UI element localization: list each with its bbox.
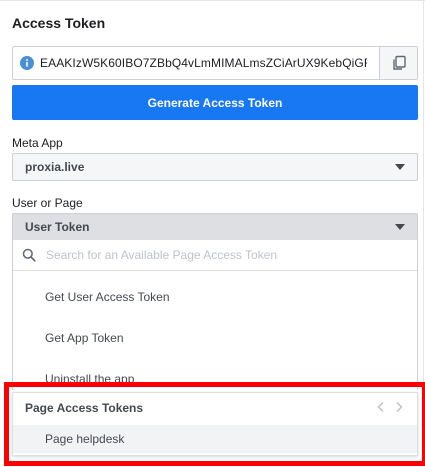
section-title: Access Token [12, 15, 106, 31]
page-token-search-input[interactable] [46, 248, 396, 262]
right-divider [423, 0, 424, 467]
generate-access-token-button[interactable]: Generate Access Token [12, 85, 418, 120]
meta-app-selected-value: proxia.live [25, 160, 85, 174]
access-token-value[interactable]: EAAKIzW5K60IBO7ZBbQ4vLmMIMALmsZCiArUX9Ke… [40, 56, 367, 70]
top-divider [0, 0, 425, 1]
search-icon [22, 248, 36, 262]
chevron-left-icon[interactable] [375, 401, 387, 413]
dropdown-search [13, 240, 417, 271]
chevron-right-icon[interactable] [393, 401, 405, 413]
page-token-item[interactable]: Page helpdesk [13, 425, 417, 453]
user-or-page-selected-value: User Token [25, 220, 90, 234]
meta-app-label: Meta App [12, 136, 63, 150]
meta-app-select[interactable]: proxia.live [12, 153, 418, 181]
access-token-field[interactable]: EAAKIzW5K60IBO7ZBbQ4vLmMIMALmsZCiArUX9Ke… [12, 46, 418, 80]
info-icon [20, 56, 34, 70]
menu-item-get-app-token[interactable]: Get App Token [45, 331, 124, 345]
page-access-tokens-panel: Page Access Tokens Page helpdesk [12, 392, 418, 456]
caret-down-icon [395, 164, 405, 170]
page-token-item-label: Page helpdesk [45, 432, 125, 446]
copy-icon [392, 55, 406, 70]
menu-item-uninstall-app[interactable]: Uninstall the app [45, 372, 134, 386]
user-or-page-select[interactable]: User Token [12, 213, 418, 241]
copy-token-button[interactable] [379, 47, 417, 79]
panel-header: Page Access Tokens [13, 393, 417, 423]
panel-title: Page Access Tokens [25, 401, 144, 415]
user-or-page-label: User or Page [12, 196, 83, 210]
caret-down-icon [395, 224, 405, 230]
menu-item-get-user-access-token[interactable]: Get User Access Token [45, 290, 170, 304]
token-dropdown-menu: Get User Access Token Get App Token Unin… [12, 240, 418, 390]
